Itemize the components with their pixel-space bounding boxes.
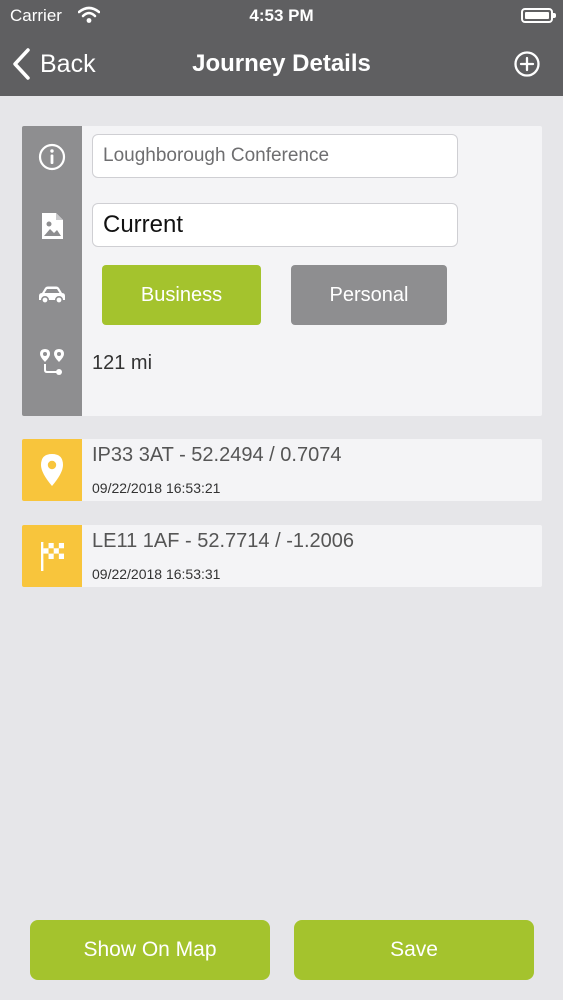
journey-name-input[interactable] <box>92 134 458 178</box>
start-location-row[interactable]: IP33 3AT - 52.2494 / 0.7074 09/22/2018 1… <box>22 439 542 501</box>
info-icon <box>38 143 66 171</box>
start-location-timestamp: 09/22/2018 16:53:21 <box>92 480 221 496</box>
page-title: Journey Details <box>192 50 371 77</box>
distance-value: 121 mi <box>92 352 153 374</box>
plus-circle-icon <box>514 51 540 77</box>
personal-button[interactable]: Personal <box>291 265 447 325</box>
start-location-badge <box>22 439 82 501</box>
icon-rail <box>22 126 82 416</box>
journey-details-card: Business Personal 121 mi <box>22 126 542 416</box>
business-button[interactable]: Business <box>102 265 261 325</box>
navigation-bar: Back Journey Details <box>0 32 563 96</box>
location-pin-icon <box>41 454 63 486</box>
end-location-row[interactable]: LE11 1AF - 52.7714 / -1.2006 09/22/2018 … <box>22 525 542 587</box>
status-time: 4:53 PM <box>249 6 314 25</box>
show-on-map-button[interactable]: Show On Map <box>30 920 270 980</box>
add-button[interactable] <box>513 50 541 78</box>
end-location-title: LE11 1AF - 52.7714 / -1.2006 <box>92 530 355 552</box>
car-icon <box>39 286 65 304</box>
route-icon <box>40 349 64 375</box>
end-location-badge <box>22 525 82 587</box>
top-bar: Carrier 4:53 PM Back Journey Details <box>0 0 563 96</box>
battery-icon <box>521 8 556 23</box>
end-location-timestamp: 09/22/2018 16:53:31 <box>92 566 221 582</box>
vehicle-input[interactable] <box>92 203 458 247</box>
status-bar: Carrier 4:53 PM <box>0 0 563 32</box>
checkered-flag-icon <box>41 542 64 571</box>
save-button[interactable]: Save <box>294 920 534 980</box>
image-file-icon <box>42 213 63 239</box>
start-location-title: IP33 3AT - 52.2494 / 0.7074 <box>92 444 342 466</box>
